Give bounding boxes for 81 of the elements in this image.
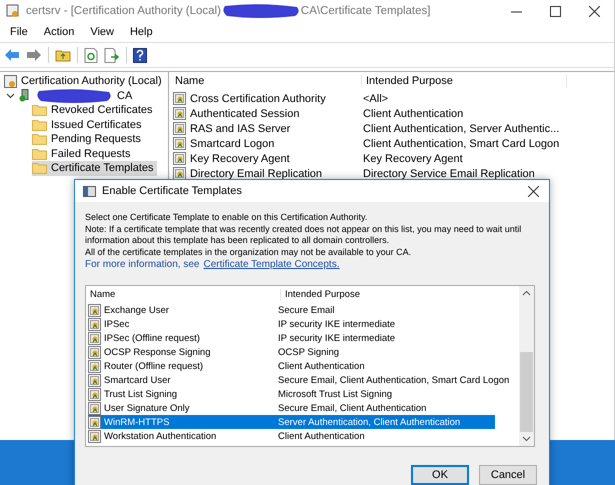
certificate-icon [88,430,101,442]
tree-item[interactable]: CA [117,90,132,102]
refresh-icon[interactable] [84,48,98,62]
server-icon [19,89,31,102]
table-cell-text: <All> [362,92,388,104]
dialog-title: Enable Certificate Templates [102,185,243,197]
column-header[interactable]: Name [169,75,361,87]
table-cell-text: Client Authentication, Smart Card Logon [362,138,560,150]
folder-icon [32,118,47,131]
close-icon[interactable] [528,186,539,196]
certificate-icon [88,304,101,316]
list-row[interactable]: Exchange User Secure Email [88,303,495,317]
menu-item[interactable]: View [82,26,122,38]
scroll-thumb[interactable] [520,352,533,432]
chevron-icon[interactable] [6,91,15,100]
certificate-icon [173,107,186,120]
list-row[interactable]: Smartcard User Secure Email, Client Authentication, Smart Card Logon [88,373,510,387]
template-name[interactable]: RAS and IAS Server [190,122,290,134]
list-row[interactable]: IPSec (Offline request) IP security IKE intermediate [88,331,495,345]
template-name[interactable]: Authenticated Session [190,108,300,120]
tree-item[interactable]: Issued Certificates [51,118,142,131]
window-title: CA\Certificate Templates] [300,5,430,17]
certificate-icon [88,318,101,330]
info-text: For more information, see [85,258,200,271]
instruction-text: Select one Certificate Template to enable on this Certification Authority. [85,212,368,224]
instruction-text: information about this template has been replicated to all domain controllers. [85,235,390,246]
list-row[interactable]: IPSec IP security IKE intermediate [88,317,495,331]
list-row[interactable]: OCSP Response Signing OCSP Signing [88,345,495,359]
maximize-icon[interactable] [550,6,561,16]
table-cell-text: Client Authentication, Server Authentic... [362,122,560,134]
list-row[interactable]: Router (Offline request) Client Authentication [88,359,495,373]
tree-item[interactable]: Revoked Certificates [51,104,152,116]
certificate-icon [88,332,101,344]
help-icon[interactable] [133,48,147,62]
template-name[interactable]: Smartcard Logon [190,138,274,150]
menu-item[interactable]: Action [36,26,82,38]
certificate-icon [88,374,101,386]
certificate-authority-icon [4,74,17,88]
instruction-text: Note: If a certificate template that was recently created does not appear on this list, you may need to wait until [85,224,522,235]
menu-item[interactable]: File [2,26,36,38]
close-icon[interactable] [589,6,600,16]
table-cell-text: Directory Service Email Replication [362,168,535,180]
template-name[interactable]: Cross Certification Authority [190,92,326,104]
template-name[interactable]: Directory Email Replication [190,168,322,180]
forward-arrow-icon[interactable] [26,48,42,62]
column-header[interactable]: Intended Purpose [280,289,455,300]
list-row[interactable]: Trust List Signing Microsoft Trust List Signing [88,387,495,401]
list-row[interactable]: Workstation Authentication Client Authentication [88,429,495,443]
scrollbar[interactable] [519,286,534,446]
column-header[interactable]: Intended Purpose [361,75,567,87]
folder-icon [32,104,47,116]
list-row[interactable]: User Signature Only Secure Email, Client Authentication [88,401,495,415]
folder-icon [32,162,47,174]
help-link[interactable]: Certificate Template Concepts. [204,258,340,271]
dialog-icon [83,186,96,196]
certificate-icon [173,122,186,135]
tree-item[interactable]: Failed Requests [51,148,130,160]
instruction-text: All of the certificate templates in the organization may not be available to your CA. [85,246,412,258]
folder-icon [32,133,47,146]
certificate-icon [88,388,101,400]
app-icon [6,4,20,18]
certificate-icon [88,346,101,358]
dialog-button[interactable]: OK [411,465,469,485]
menu-item[interactable]: Help [122,26,161,38]
certificate-icon [88,416,101,428]
certificate-icon [88,402,101,414]
tree-item[interactable]: Pending Requests [51,133,141,146]
column-header[interactable]: Name [88,289,280,300]
certificate-icon [173,152,186,165]
table-cell-text: Key Recovery Agent [362,152,463,164]
list-row[interactable]: WinRM-HTTPS Server Authentication, Client Authentication [88,415,495,429]
back-arrow-icon[interactable] [4,48,20,62]
window-title: certsrv - [Certification Authority (Local) [26,5,221,17]
export-icon[interactable] [104,48,120,62]
folder-up-icon[interactable] [55,48,71,62]
certificate-icon [88,360,101,372]
tree-item[interactable]: Certification Authority (Local) [21,75,162,88]
table-cell-text: Client Authentication [362,108,464,120]
template-name[interactable]: Key Recovery Agent [190,152,290,164]
dialog-button[interactable]: Cancel [479,465,537,485]
certificate-icon [173,137,186,150]
